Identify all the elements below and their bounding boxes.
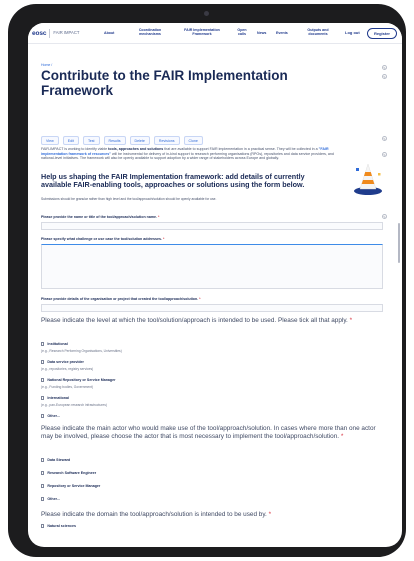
option-hint: (e.g., Research Performing Organisations… [41,349,122,353]
traffic-cone-icon [354,163,382,195]
nav-about[interactable]: About [104,31,114,35]
question-text: Please indicate the main actor who would… [41,425,376,440]
option-label: Research Software Engineer [47,471,97,475]
nav-outputs-and-documents[interactable]: Outputs and documents [298,28,338,36]
question-text: Please indicate the domain the tool/appr… [41,511,267,518]
organisation-input[interactable] [41,304,383,312]
checkbox-data-service-provider[interactable]: Data service provider [41,360,84,364]
required-mark: * [163,237,165,241]
tab-delete[interactable]: Delete [129,136,150,145]
required-mark: * [158,215,160,219]
org-field-label: Please provide details of the organisati… [41,297,201,301]
section-heading: Help us shaping the FAIR Implementation … [41,172,305,189]
required-mark: * [268,511,272,518]
intro-bold: tools, approaches and solutions [108,147,164,151]
option-hint: (e.g., Funding bodies, Government) [41,385,94,389]
intro-text: FAIR-IMPACT is working to identify viabl… [41,147,109,151]
checkbox-icon[interactable] [41,378,45,382]
option-label: National Repository or Service Manager [47,378,116,382]
label-text: Please provide details of the organisati… [41,297,199,301]
name-field-label: Please provide the name or title of the … [41,215,159,219]
checkbox-international[interactable]: International [41,396,69,400]
checkbox-national-repository[interactable]: National Repository or Service Manager [41,378,116,382]
option-label: Natural sciences [47,524,76,528]
logo-divider [49,28,51,38]
tab-clone[interactable]: Clone [183,136,203,145]
tab-results[interactable]: Results [103,136,126,145]
scrollbar-thumb[interactable] [398,223,400,263]
intro-paragraph: FAIR-IMPACT is working to identify viabl… [41,147,341,161]
logout-button[interactable]: Log out [345,30,360,35]
checkbox-icon[interactable] [41,524,45,528]
actor-question: Please indicate the main actor who would… [41,425,381,440]
nav-events[interactable]: Events [276,31,288,35]
option-hint: (e.g., pan-European research infrastruct… [41,403,107,407]
name-input[interactable] [41,222,383,230]
tab-edit[interactable]: Edit [62,136,79,145]
top-navigation: eosc FAIR IMPACT About Coordination mech… [28,23,402,44]
option-label: Data service provider [47,360,84,364]
checkbox-natural-sciences[interactable]: Natural sciences [41,524,76,528]
edit-icon[interactable]: ✎ [382,74,387,79]
tab-test[interactable]: Test [82,136,100,145]
page-title: Contribute to the FAIR Implementation Fr… [41,68,288,98]
option-label: Other... [47,497,60,501]
admin-tabs: View Edit Test Results Delete Revisions … [41,136,203,145]
checkbox-icon[interactable] [41,471,45,475]
checkbox-icon[interactable] [41,342,45,346]
checkbox-icon[interactable] [41,497,45,501]
required-mark: * [199,297,201,301]
challenge-field-label: Please specify what challenge or use cas… [41,237,164,241]
label-text: Please provide the name or title of the … [41,215,158,219]
nav-news[interactable]: News [257,31,266,35]
option-label: Data Steward [47,458,71,462]
checkbox-data-steward[interactable]: Data Steward [41,458,70,462]
label-text: Please specify what challenge or use cas… [41,237,163,241]
required-mark: * [349,317,353,324]
checkbox-institutional[interactable]: Institutional [41,342,68,346]
required-mark: * [340,432,344,440]
checkbox-icon[interactable] [41,360,45,364]
tablet-frame: eosc FAIR IMPACT About Coordination mech… [8,4,406,557]
browser-viewport: eosc FAIR IMPACT About Coordination mech… [28,23,402,547]
intro-text: that are available to support FAIR imple… [163,147,319,151]
site-logo[interactable]: eosc FAIR IMPACT [32,28,106,38]
level-question: Please indicate the level at which the t… [41,317,381,325]
checkbox-research-software-engineer[interactable]: Research Software Engineer [41,471,96,475]
option-label: Institutional [47,342,68,346]
logo-fair-impact: FAIR IMPACT [53,29,80,35]
option-hint: (e.g., repositories, registry services) [41,367,94,371]
question-text: Please indicate the level at which the t… [41,317,348,324]
checkbox-icon[interactable] [41,458,45,462]
tab-revisions[interactable]: Revisions [153,136,180,145]
submission-note: Submissions should be granular rather th… [41,197,217,201]
breadcrumb[interactable]: Home / [41,63,52,67]
checkbox-icon[interactable] [41,484,45,488]
edit-icon[interactable]: ✎ [382,214,387,219]
edit-icon[interactable]: ✎ [382,65,387,70]
checkbox-repository-manager[interactable]: Repository or Service Manager [41,484,100,488]
checkbox-other-level[interactable]: Other... [41,414,60,418]
challenge-textarea[interactable] [41,244,383,289]
nav-coordination-mechanisms[interactable]: Coordination mechanisms [130,28,170,36]
checkbox-icon[interactable] [41,414,45,418]
checkbox-icon[interactable] [41,396,45,400]
nav-open-calls[interactable]: Open calls [235,28,249,36]
edit-icon[interactable]: ✎ [382,152,387,157]
checkbox-other-actor[interactable]: Other... [41,497,60,501]
register-button[interactable]: Register [367,28,397,39]
camera-icon [204,11,209,16]
domain-question: Please indicate the domain the tool/appr… [41,511,381,519]
edit-icon[interactable]: ✎ [382,136,387,141]
nav-fair-implementation-framework[interactable]: FAIR Implementation Framework [178,28,226,36]
tab-view[interactable]: View [41,136,59,145]
logo-eosc: eosc [32,29,47,37]
option-label: Repository or Service Manager [47,484,101,488]
option-label: Other... [47,414,60,418]
option-label: International [47,396,69,400]
